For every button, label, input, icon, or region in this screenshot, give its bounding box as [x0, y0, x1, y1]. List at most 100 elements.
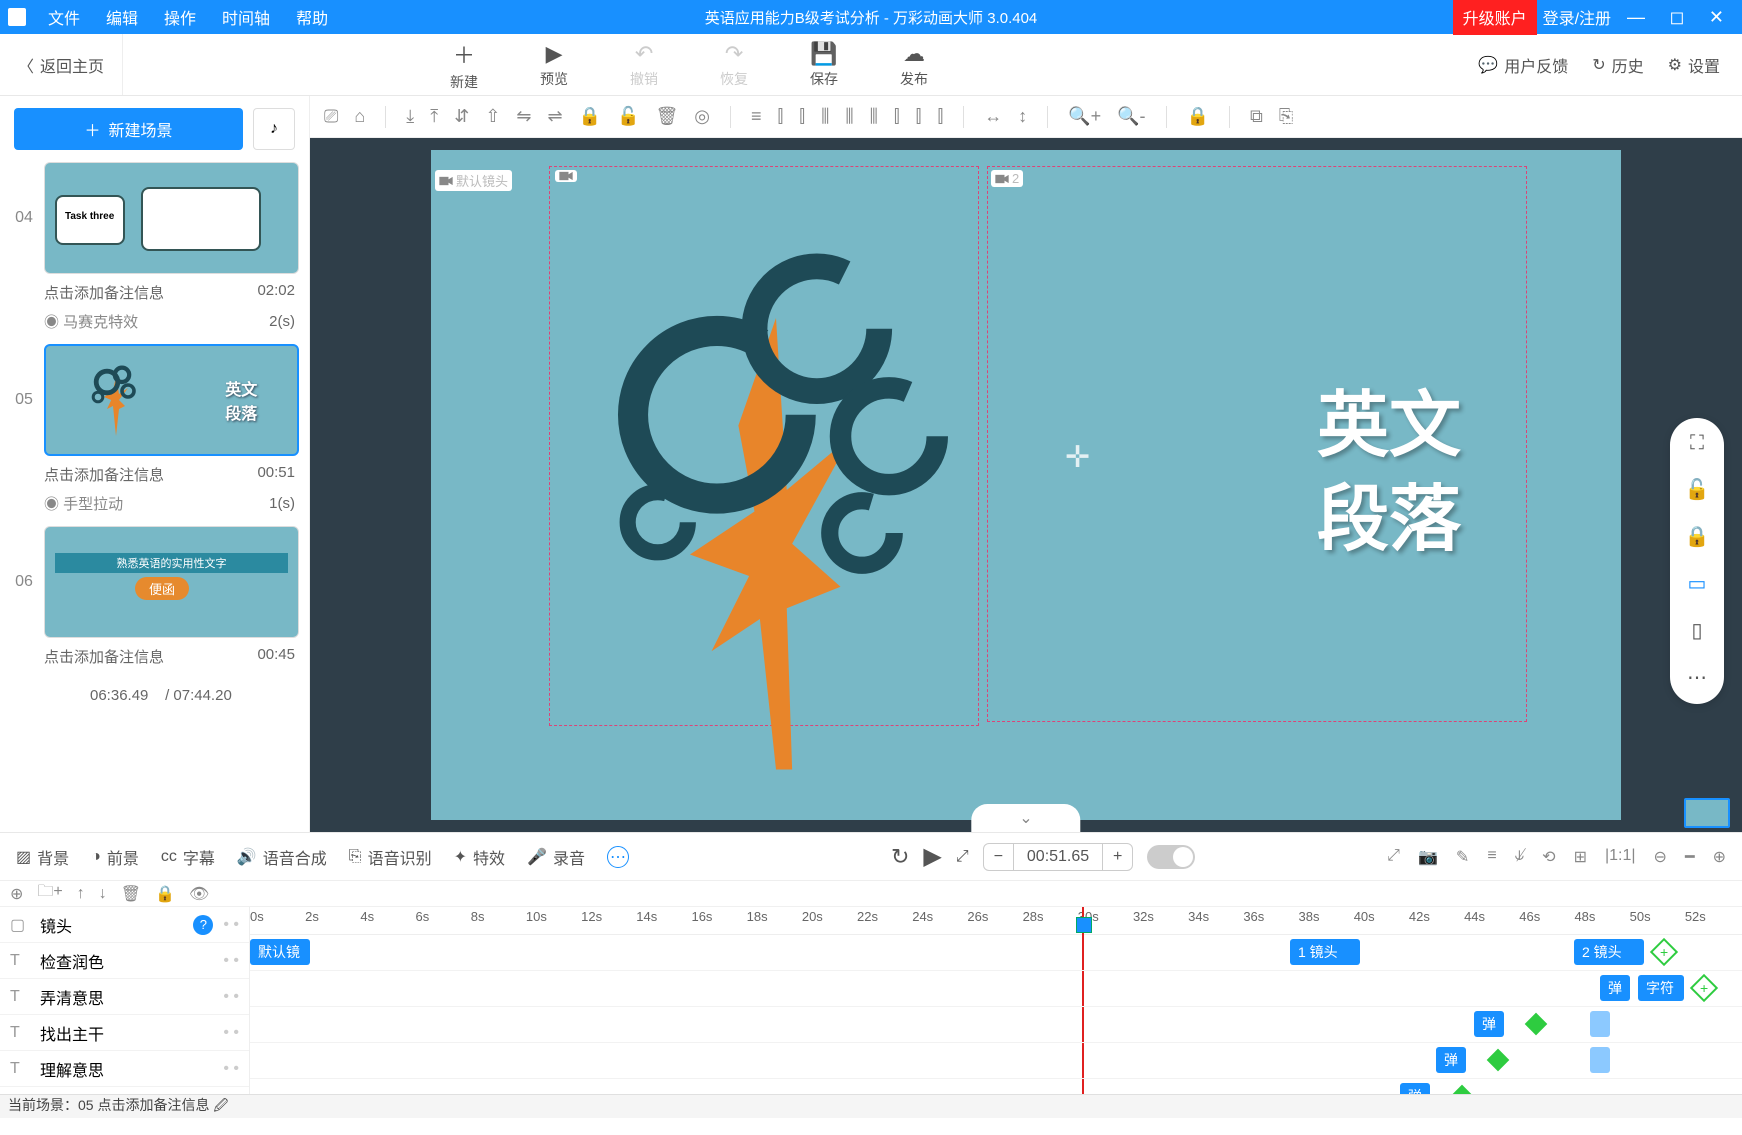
canvas-stage[interactable]: 默认镜头 2 ✛ 英文 段落 [431, 150, 1621, 820]
zoom-out-icon[interactable]: 🔍- [1117, 106, 1145, 127]
track-header-text1[interactable]: T检查润色• • [0, 943, 249, 979]
zoom-out-icon[interactable]: ⊖ [1654, 847, 1667, 867]
menu-edit[interactable]: 编辑 [94, 1, 150, 33]
track-camera[interactable]: 默认镜 1 镜头 2 镜头 + [250, 935, 1742, 971]
add-keyframe-button[interactable]: + [1690, 974, 1718, 1002]
keyframe[interactable] [1451, 1085, 1474, 1094]
align-bottom-icon[interactable]: ⤓ [406, 106, 414, 127]
camera-marker-default[interactable]: 默认镜头 [435, 170, 512, 191]
play-icon[interactable]: ▶ [923, 842, 941, 871]
keyframe[interactable] [1487, 1049, 1510, 1072]
edit-icon[interactable]: ✎ [1456, 847, 1469, 867]
lock-open-icon[interactable]: 🔓 [1685, 477, 1710, 502]
lock-icon[interactable]: 🔒 [1685, 524, 1710, 549]
menu-help[interactable]: 帮助 [284, 1, 340, 33]
align-right-icon[interactable]: ⫿ [799, 106, 805, 127]
track-text3[interactable]: 弹 [250, 1043, 1742, 1079]
track-text1[interactable]: 弹 字符 + [250, 971, 1742, 1007]
new-button[interactable]: ＋新建 [423, 38, 505, 92]
align-icon[interactable]: ⫿ [937, 106, 943, 127]
publish-button[interactable]: ☁发布 [873, 38, 955, 92]
zoom-in-icon[interactable]: 🔍+ [1068, 106, 1101, 127]
flip-v-icon[interactable]: ⇌ [548, 106, 563, 127]
subtitle-tab[interactable]: cc字幕 [161, 845, 215, 869]
record-tab[interactable]: 🎤录音 [527, 845, 585, 869]
track-text2[interactable]: 弹 [250, 1007, 1742, 1043]
clip-camera-2[interactable]: 2 镜头 [1574, 939, 1644, 965]
camera-icon[interactable]: 📷 [1418, 847, 1438, 867]
clip-anim[interactable]: 弹 [1400, 1083, 1430, 1094]
more-icon[interactable]: ⋯ [1687, 665, 1707, 690]
expand-handle[interactable]: ⌄ [971, 804, 1080, 832]
down-icon[interactable]: ↓ [99, 885, 107, 903]
flip-h-icon[interactable]: ⇋ [516, 106, 531, 127]
clip-default-camera[interactable]: 默认镜 [250, 939, 310, 965]
paste-icon[interactable]: ⎘ [1279, 106, 1293, 127]
lock-icon[interactable]: 🔒 [155, 884, 175, 904]
dist-h-icon[interactable]: ⫼ [821, 106, 829, 127]
fg-tab[interactable]: ◑前景 [91, 845, 139, 869]
feedback-button[interactable]: 💬用户反馈 [1478, 53, 1568, 77]
layer-icon[interactable]: ⎚ [324, 106, 338, 127]
spacing-v-icon[interactable]: ↕ [1018, 106, 1027, 127]
align-m-icon[interactable]: ⫼ [870, 106, 878, 127]
scene-item-06[interactable]: 06 熟悉英语的实用性文字 便函 点击添加备注信息00:45 [10, 526, 299, 671]
scene-item-05[interactable]: 05 英文段落 点击添加备注信息00:51 ◉ 手型拉动1(s) [10, 344, 299, 518]
clip-chars[interactable]: 字符 [1638, 975, 1684, 1001]
lock-canvas-icon[interactable]: 🔒 [1187, 106, 1209, 127]
rewind-icon[interactable]: ↻ [891, 844, 909, 870]
ratio-icon[interactable]: |1:1| [1605, 847, 1636, 867]
play-icon[interactable]: ◉ 马赛克特效 [44, 311, 138, 332]
scene-thumbnail[interactable] [44, 162, 299, 274]
undo-button[interactable]: ↶撤销 [603, 38, 685, 92]
time-minus-button[interactable]: − [984, 844, 1013, 870]
scene-thumbnail[interactable]: 熟悉英语的实用性文字 便函 [44, 526, 299, 638]
track-text4[interactable]: 弹 [250, 1079, 1742, 1094]
add-track-icon[interactable]: ⊕ [10, 884, 23, 904]
menu-action[interactable]: 操作 [152, 1, 208, 33]
toggle-switch[interactable] [1147, 845, 1195, 869]
dist-v-icon[interactable]: ⫼ [845, 106, 853, 127]
home-icon[interactable]: ⌂ [354, 106, 365, 127]
clip-anim[interactable]: 弹 [1474, 1011, 1504, 1037]
track-header-text4[interactable]: T理解意思• • [0, 1051, 249, 1087]
track-header-text3[interactable]: T找出主干• • [0, 1015, 249, 1051]
bg-tab[interactable]: ▨背景 [16, 845, 69, 869]
add-keyframe-button[interactable]: + [1650, 938, 1678, 966]
zoom-slider[interactable]: ━ [1685, 847, 1695, 867]
focus-icon[interactable]: ◎ [694, 106, 710, 127]
up-icon[interactable]: ↑ [77, 885, 85, 903]
refresh-icon[interactable]: ⟲ [1542, 847, 1555, 867]
desktop-icon[interactable]: ▭ [1688, 571, 1707, 596]
save-button[interactable]: 💾保存 [783, 38, 865, 92]
settings-button[interactable]: ⚙设置 [1668, 53, 1720, 77]
align-icon[interactable]: ⫿ [894, 106, 900, 127]
spacing-h-icon[interactable]: ↔ [984, 106, 1002, 127]
help-icon[interactable]: ? [193, 915, 213, 935]
minimap[interactable] [1684, 798, 1730, 828]
clip-segment[interactable] [1590, 1047, 1610, 1073]
redo-button[interactable]: ↷恢复 [693, 38, 775, 92]
filter-icon[interactable]: ⫝̸ [1515, 847, 1525, 867]
maximize-icon[interactable]: ◻ [1660, 7, 1695, 27]
list-icon[interactable]: ≡ [1487, 847, 1496, 867]
history-button[interactable]: ↻历史 [1592, 53, 1643, 77]
copy-icon[interactable]: ⧉ [1250, 106, 1263, 127]
lock-icon[interactable]: 🔒 [579, 106, 601, 127]
time-plus-button[interactable]: + [1103, 844, 1132, 870]
scene-note[interactable]: 点击添加备注信息 [44, 646, 164, 667]
track-header-camera[interactable]: ▢镜头?• • [0, 907, 249, 943]
tool-icon[interactable]: ⤢ [1387, 847, 1400, 867]
close-icon[interactable]: ✕ [1699, 7, 1734, 27]
align-top-icon[interactable]: ⤒ [430, 106, 438, 127]
asr-tab[interactable]: ⎘语音识别 [349, 845, 432, 869]
tree-graphic[interactable] [561, 210, 991, 770]
upgrade-account-button[interactable]: 升级账户 [1453, 0, 1537, 35]
align-center-icon[interactable]: ⫿ [778, 106, 784, 127]
clip-anim[interactable]: 弹 [1436, 1047, 1466, 1073]
grid-icon[interactable]: ⊞ [1574, 847, 1587, 867]
music-button[interactable]: ♪ [253, 108, 295, 150]
scene-note[interactable]: 点击添加备注信息 [44, 282, 164, 303]
expand-icon[interactable]: ⤢ [956, 848, 969, 866]
align-up-icon[interactable]: ⇧ [485, 106, 500, 127]
